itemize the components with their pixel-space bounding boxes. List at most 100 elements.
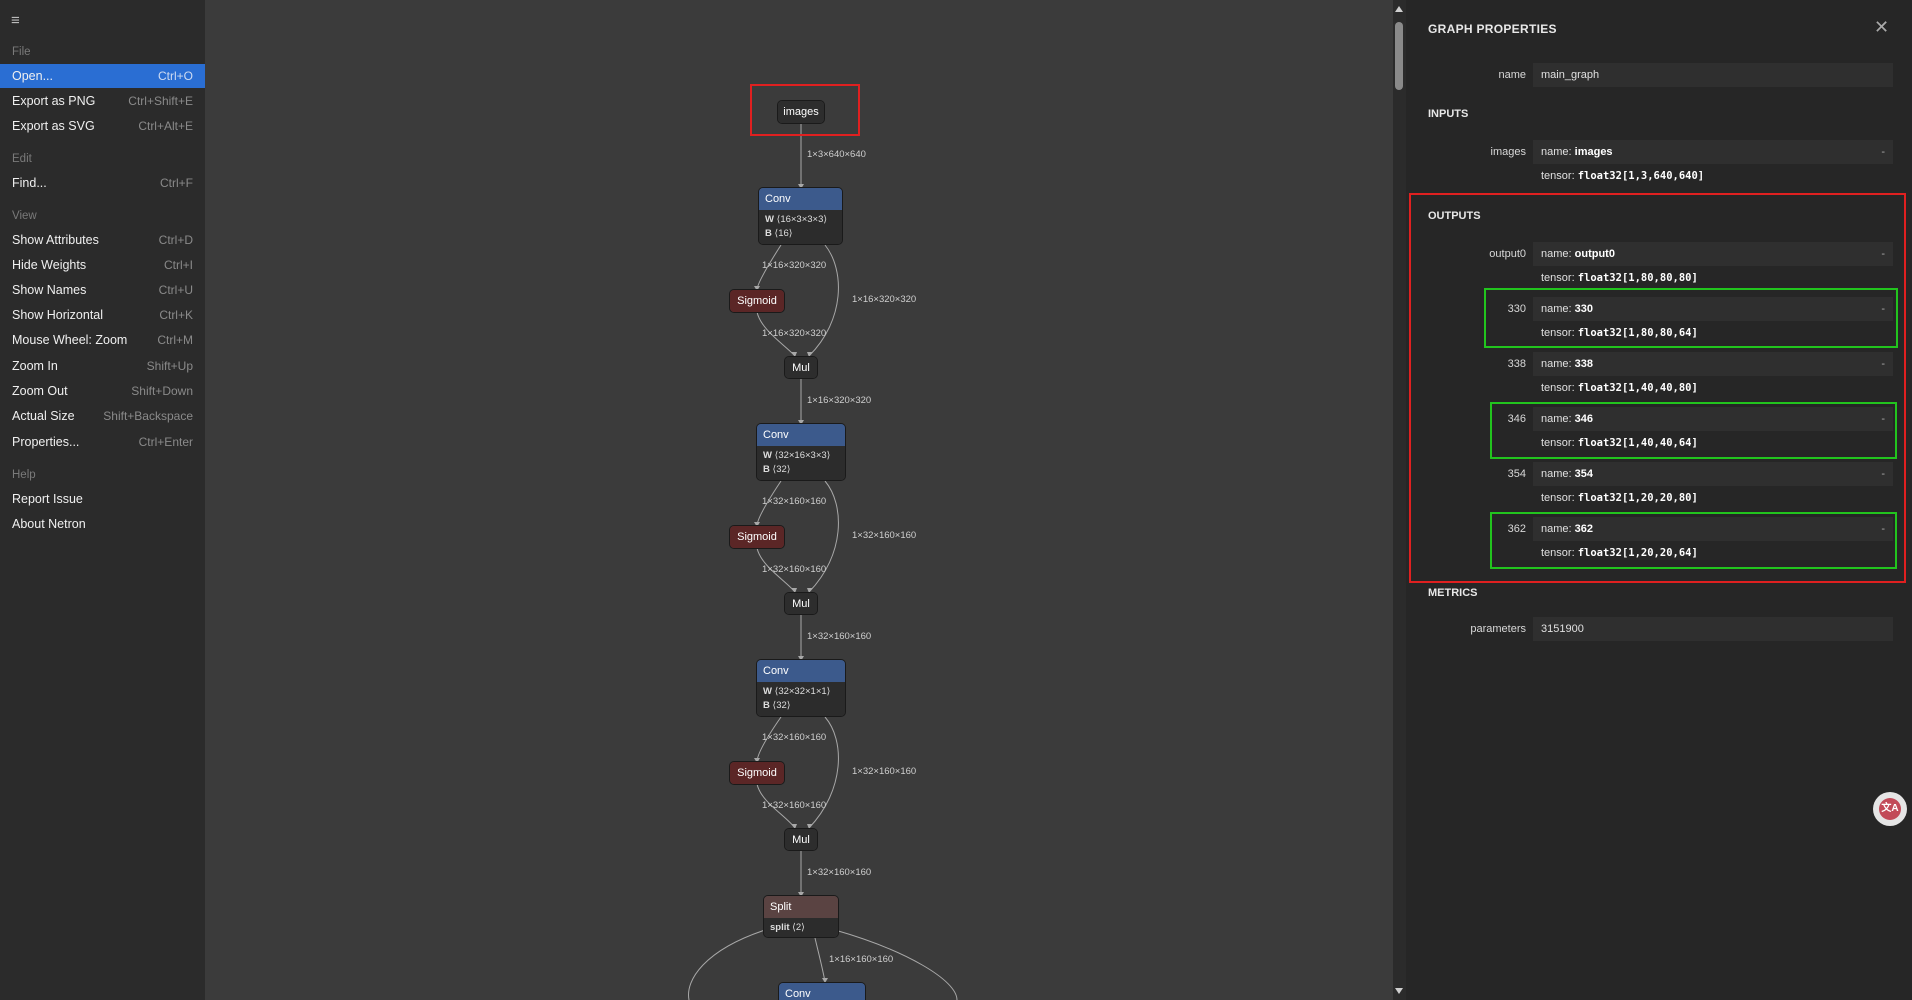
- expand-icon[interactable]: -: [1881, 140, 1885, 164]
- menu-item-properties[interactable]: Properties... Ctrl+Enter: [0, 430, 205, 454]
- node-split[interactable]: Split split ⟨2⟩: [763, 895, 839, 938]
- menu-group-view: View: [12, 210, 37, 222]
- menu-item-actual-size[interactable]: Actual Size Shift+Backspace: [0, 404, 205, 428]
- node-mul-1[interactable]: Mul: [784, 356, 818, 379]
- scroll-up-icon[interactable]: [1395, 6, 1403, 12]
- output-tensor-line: tensor: float32[1,40,40,80]: [1533, 376, 1893, 400]
- edge-label: 1×32×160×160: [762, 496, 827, 507]
- menu-item-about-netron[interactable]: About Netron: [0, 512, 205, 536]
- input-tensor-line: tensor: float32[1,3,640,640]: [1533, 164, 1893, 188]
- menu-item-mouse-wheel-zoom[interactable]: Mouse Wheel: Zoom Ctrl+M: [0, 328, 205, 352]
- edge-label: 1×32×160×160: [807, 867, 872, 878]
- menu-item-hide-weights[interactable]: Hide Weights Ctrl+I: [0, 253, 205, 277]
- section-metrics: METRICS: [1428, 587, 1478, 599]
- section-outputs: OUTPUTS: [1428, 210, 1481, 222]
- main-menu: ≡ File Open... Ctrl+O Export as PNG Ctrl+S…: [0, 0, 205, 1000]
- section-inputs: INPUTS: [1428, 108, 1469, 120]
- node-sigmoid-1[interactable]: Sigmoid: [729, 289, 785, 313]
- graph-properties-panel: GRAPH PROPERTIES ✕ name main_graph INPUT…: [1406, 0, 1912, 1000]
- node-sigmoid-3[interactable]: Sigmoid: [729, 761, 785, 785]
- menu-item-zoom-in[interactable]: Zoom In Shift+Up: [0, 354, 205, 378]
- output-box-output0[interactable]: name: output0- tensor: float32[1,80,80,8…: [1533, 242, 1893, 290]
- edge-label: 1×32×160×160: [762, 564, 827, 575]
- edge-label: 1×32×160×160: [762, 800, 827, 811]
- node-conv-4[interactable]: Conv: [778, 982, 866, 1000]
- scroll-down-icon[interactable]: [1395, 988, 1403, 994]
- input-images-box[interactable]: name: images - tensor: float32[1,3,640,64…: [1533, 140, 1893, 188]
- prop-label-name: name: [1498, 69, 1526, 81]
- prop-label-output: output0: [1489, 248, 1526, 260]
- node-op-label: Conv: [757, 660, 845, 682]
- node-conv-1[interactable]: Conv W ⟨16×3×3×3⟩ B ⟨16⟩: [758, 187, 843, 245]
- node-sigmoid-2[interactable]: Sigmoid: [729, 525, 785, 549]
- output-name-line: name: 354-: [1533, 462, 1893, 486]
- expand-icon[interactable]: -: [1881, 242, 1885, 266]
- menu-item-report-issue[interactable]: Report Issue: [0, 487, 205, 511]
- node-op-label: Sigmoid: [730, 290, 784, 312]
- prop-label-output: 338: [1507, 358, 1526, 370]
- node-op-label: Split: [764, 896, 838, 918]
- menu-item-export-svg[interactable]: Export as SVG Ctrl+Alt+E: [0, 114, 205, 138]
- output-tensor-line: tensor: float32[1,20,20,80]: [1533, 486, 1893, 510]
- node-op-label: Sigmoid: [730, 526, 784, 548]
- output-tensor-line: tensor: float32[1,80,80,80]: [1533, 266, 1893, 290]
- output-box-338[interactable]: name: 338- tensor: float32[1,40,40,80]: [1533, 352, 1893, 400]
- scroll-thumb[interactable]: [1395, 22, 1403, 90]
- edge-label: 1×32×160×160: [762, 732, 827, 743]
- prop-label-output: 354: [1507, 468, 1526, 480]
- prop-name-value: main_graph: [1541, 69, 1600, 81]
- menu-item-export-png[interactable]: Export as PNG Ctrl+Shift+E: [0, 89, 205, 113]
- node-conv-3[interactable]: Conv W ⟨32×32×1×1⟩ B ⟨32⟩: [756, 659, 846, 717]
- node-op-label: Mul: [785, 357, 817, 378]
- node-mul-2[interactable]: Mul: [784, 592, 818, 615]
- metrics-parameters-value: 3151900: [1541, 623, 1584, 635]
- edge-split-conv4: [814, 937, 826, 983]
- node-attributes: split ⟨2⟩: [764, 918, 838, 937]
- node-op-label: Sigmoid: [730, 762, 784, 784]
- highlight-output-362: [1490, 512, 1897, 569]
- node-op-label: Mul: [785, 593, 817, 614]
- highlight-output-346: [1490, 402, 1897, 459]
- menu-toggle-icon[interactable]: ≡: [11, 12, 20, 29]
- prop-label-input: images: [1490, 146, 1526, 158]
- translate-icon: 文A: [1879, 798, 1901, 820]
- translate-button[interactable]: 文A: [1873, 792, 1907, 826]
- menu-item-open[interactable]: Open... Ctrl+O: [0, 64, 205, 88]
- edge-label: 1×16×320×320: [762, 260, 827, 271]
- menu-group-help: Help: [12, 469, 36, 481]
- node-attributes: W ⟨32×32×1×1⟩ B ⟨32⟩: [757, 682, 845, 716]
- metrics-parameters-box[interactable]: 3151900: [1533, 617, 1893, 641]
- highlight-output-330: [1484, 288, 1898, 348]
- menu-item-show-names[interactable]: Show Names Ctrl+U: [0, 278, 205, 302]
- edge-label: 1×16×320×320: [807, 395, 872, 406]
- menu-item-show-horizontal[interactable]: Show Horizontal Ctrl+K: [0, 303, 205, 327]
- netron-app: ≡ File Open... Ctrl+O Export as PNG Ctrl+S…: [0, 0, 1912, 1000]
- node-mul-3[interactable]: Mul: [784, 828, 818, 851]
- output-box-354[interactable]: name: 354- tensor: float32[1,20,20,80]: [1533, 462, 1893, 510]
- panel-title: GRAPH PROPERTIES: [1428, 22, 1557, 36]
- expand-icon[interactable]: -: [1881, 352, 1885, 376]
- menu-item-find[interactable]: Find... Ctrl+F: [0, 171, 205, 195]
- panel-scrollbar[interactable]: [1393, 0, 1406, 1000]
- edge-split-left: [688, 929, 766, 1000]
- highlight-input-box: [750, 84, 860, 136]
- edge-label: 1×16×320×320: [852, 294, 917, 305]
- edge-label: 1×32×160×160: [852, 530, 917, 541]
- prop-name-box[interactable]: main_graph: [1533, 63, 1893, 87]
- output-name-line: name: 338-: [1533, 352, 1893, 376]
- graph-canvas[interactable]: images 1×3×640×640 Conv W ⟨16×3×3×3⟩ B ⟨…: [205, 0, 1393, 1000]
- menu-item-show-attributes[interactable]: Show Attributes Ctrl+D: [0, 228, 205, 252]
- node-op-label: Conv: [779, 983, 865, 1000]
- node-conv-2[interactable]: Conv W ⟨32×16×3×3⟩ B ⟨32⟩: [756, 423, 846, 481]
- edge-label: 1×3×640×640: [807, 149, 866, 160]
- prop-label-parameters: parameters: [1470, 623, 1526, 635]
- node-op-label: Conv: [757, 424, 845, 446]
- close-icon[interactable]: ✕: [1874, 17, 1889, 38]
- node-attributes: W ⟨16×3×3×3⟩ B ⟨16⟩: [759, 210, 842, 244]
- menu-item-zoom-out[interactable]: Zoom Out Shift+Down: [0, 379, 205, 403]
- node-attributes: W ⟨32×16×3×3⟩ B ⟨32⟩: [757, 446, 845, 480]
- menu-group-file: File: [12, 46, 31, 58]
- edge-label: 1×32×160×160: [852, 766, 917, 777]
- expand-icon[interactable]: -: [1881, 462, 1885, 486]
- node-op-label: Conv: [759, 188, 842, 210]
